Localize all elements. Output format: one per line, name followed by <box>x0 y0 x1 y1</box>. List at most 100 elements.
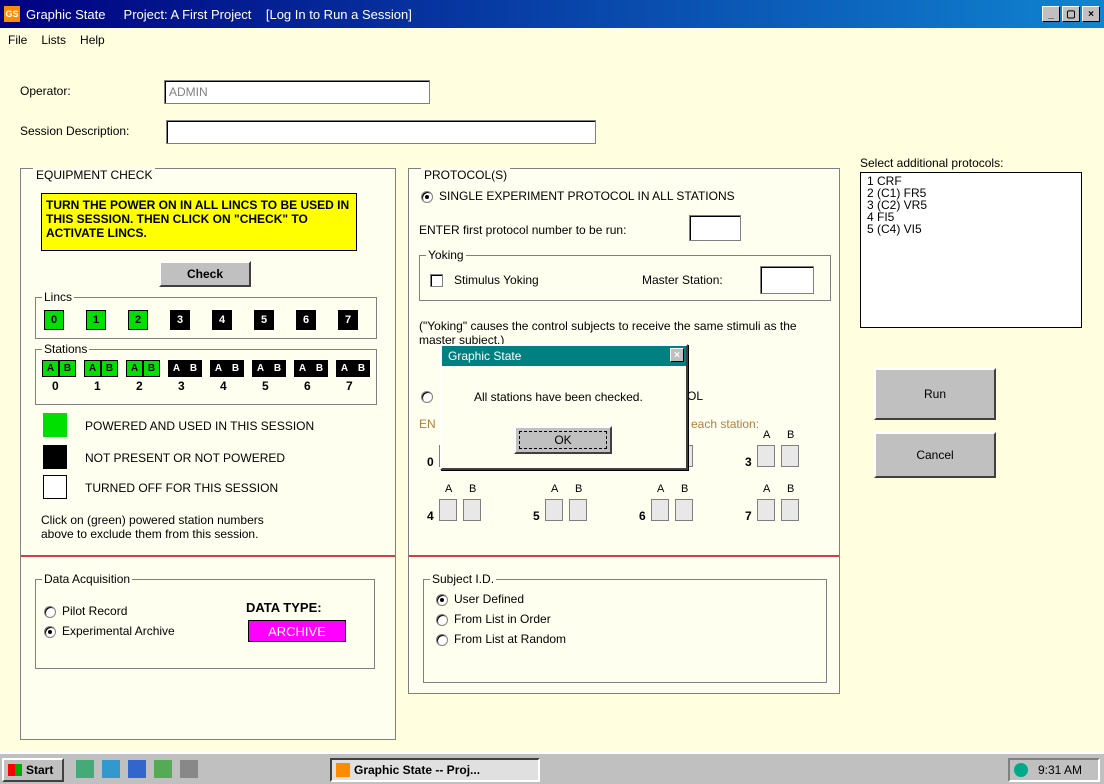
station-5-a-protocol-field[interactable] <box>545 499 563 521</box>
linc-1-box[interactable]: 1 <box>86 310 106 330</box>
menu-lists[interactable]: Lists <box>41 33 66 47</box>
stimulus-yoking-checkbox[interactable] <box>430 274 443 287</box>
dialog-ok-button[interactable]: OK <box>514 426 612 454</box>
station-1-b-box[interactable]: B <box>101 360 118 377</box>
station-a-header: A <box>445 483 453 495</box>
station-0-b-box[interactable]: B <box>59 360 76 377</box>
station-4-a-box[interactable]: A <box>210 360 227 377</box>
stations-title: Stations <box>42 342 90 356</box>
station-number[interactable]: 2 <box>136 379 143 393</box>
station-3-b-protocol-field[interactable] <box>781 445 799 467</box>
close-button[interactable]: × <box>1082 6 1100 22</box>
linc-6-box[interactable]: 6 <box>296 310 316 330</box>
station-b-header: B <box>681 483 689 495</box>
browser-icon[interactable] <box>128 760 146 778</box>
start-button[interactable]: Start <box>2 758 64 782</box>
dialog-close-button[interactable]: × <box>670 348 684 362</box>
linc-5-box[interactable]: 5 <box>254 310 274 330</box>
station-7-a-protocol-field[interactable] <box>757 499 775 521</box>
station-5-a-box[interactable]: A <box>252 360 269 377</box>
station-a-header: A <box>657 483 665 495</box>
minimize-button[interactable]: _ <box>1042 6 1060 22</box>
list-in-order-radio[interactable] <box>436 614 448 626</box>
each-station-label: each station: <box>691 417 760 431</box>
data-acquisition-group: Data Acquisition Pilot Record Experiment… <box>35 572 375 669</box>
linc-2-box[interactable]: 2 <box>128 310 148 330</box>
data-type-label: DATA TYPE: <box>246 600 322 615</box>
station-3-b-box[interactable]: B <box>185 360 202 377</box>
station-number[interactable]: 0 <box>52 379 59 393</box>
additional-protocols-list[interactable]: 1 CRF 2 (C1) FR5 3 (C2) VR5 4 FI5 5 (C4)… <box>860 172 1082 328</box>
station-number[interactable]: 5 <box>262 379 269 393</box>
data-type-value: ARCHIVE <box>248 620 346 642</box>
station-4-a-protocol-field[interactable] <box>439 499 457 521</box>
station-1-a-box[interactable]: A <box>84 360 101 377</box>
linc-7-box[interactable]: 7 <box>338 310 358 330</box>
session-description-label: Session Description: <box>20 124 130 138</box>
station-number[interactable]: 6 <box>304 379 311 393</box>
legend-off-swatch <box>43 475 67 499</box>
operator-field[interactable]: ADMIN <box>164 80 430 104</box>
linc-0-box[interactable]: 0 <box>44 310 64 330</box>
linc-4-box[interactable]: 4 <box>212 310 232 330</box>
lincs-title: Lincs <box>42 290 75 304</box>
station-number[interactable]: 3 <box>178 379 185 393</box>
title-bar: GS Graphic State Project: A First Projec… <box>0 0 1104 28</box>
first-protocol-field[interactable] <box>689 215 741 241</box>
linc-3-box[interactable]: 3 <box>170 310 190 330</box>
station-number[interactable]: 1 <box>94 379 101 393</box>
station-7-a-box[interactable]: A <box>336 360 353 377</box>
yoking-title: Yoking <box>426 248 466 262</box>
user-defined-radio[interactable] <box>436 594 448 606</box>
single-protocol-radio[interactable] <box>421 191 433 203</box>
check-button[interactable]: Check <box>159 261 251 287</box>
exclude-hint: Click on (green) powered station numbers… <box>41 513 264 541</box>
network-icon[interactable] <box>180 760 198 778</box>
protocol-item[interactable]: 3 (C2) VR5 <box>867 199 1075 211</box>
taskbar-window-button[interactable]: Graphic State -- Proj... <box>330 758 540 782</box>
legend-powered-label: POWERED AND USED IN THIS SESSION <box>85 419 315 433</box>
explorer-icon[interactable] <box>102 760 120 778</box>
legend-off-label: TURNED OFF FOR THIS SESSION <box>85 481 279 495</box>
station-7-b-box[interactable]: B <box>353 360 370 377</box>
protocol-station-label: 4 <box>427 509 434 523</box>
station-6-b-protocol-field[interactable] <box>675 499 693 521</box>
pilot-record-radio[interactable] <box>44 606 56 618</box>
station-7-b-protocol-field[interactable] <box>781 499 799 521</box>
station-4-b-box[interactable]: B <box>227 360 244 377</box>
station-4-b-protocol-field[interactable] <box>463 499 481 521</box>
station-6-a-protocol-field[interactable] <box>651 499 669 521</box>
station-2-b-box[interactable]: B <box>143 360 160 377</box>
station-2-a-box[interactable]: A <box>126 360 143 377</box>
system-tray: 9:31 AM <box>1008 758 1100 782</box>
tray-globe-icon[interactable] <box>1014 763 1028 777</box>
list-at-random-radio[interactable] <box>436 634 448 646</box>
station-0-a-box[interactable]: A <box>42 360 59 377</box>
station-number[interactable]: 7 <box>346 379 353 393</box>
session-description-field[interactable] <box>166 120 596 144</box>
protocol-item[interactable]: 5 (C4) VI5 <box>867 223 1075 235</box>
station-3-a-box[interactable]: A <box>168 360 185 377</box>
pilot-record-label: Pilot Record <box>62 604 128 618</box>
menu-file[interactable]: File <box>8 33 27 47</box>
legend-notpresent-label: NOT PRESENT OR NOT POWERED <box>85 451 286 465</box>
station-5-b-protocol-field[interactable] <box>569 499 587 521</box>
station-3-a-protocol-field[interactable] <box>757 445 775 467</box>
maximize-button[interactable]: ▢ <box>1062 6 1080 22</box>
station-6-b-box[interactable]: B <box>311 360 328 377</box>
station-a-header: A <box>551 483 559 495</box>
master-station-field[interactable] <box>760 266 814 294</box>
experimental-archive-radio[interactable] <box>44 626 56 638</box>
cancel-button[interactable]: Cancel <box>874 432 996 478</box>
station-6-a-box[interactable]: A <box>294 360 311 377</box>
channels-icon[interactable] <box>154 760 172 778</box>
windows-logo-icon <box>8 764 22 776</box>
station-number[interactable]: 4 <box>220 379 227 393</box>
operator-label: Operator: <box>20 84 71 98</box>
menu-help[interactable]: Help <box>80 33 105 47</box>
power-notice: TURN THE POWER ON IN ALL LINCS TO BE USE… <box>41 193 357 251</box>
station-5-b-box[interactable]: B <box>269 360 286 377</box>
desktop-icon[interactable] <box>76 760 94 778</box>
run-button[interactable]: Run <box>874 368 996 420</box>
multi-protocol-radio[interactable] <box>421 391 433 403</box>
